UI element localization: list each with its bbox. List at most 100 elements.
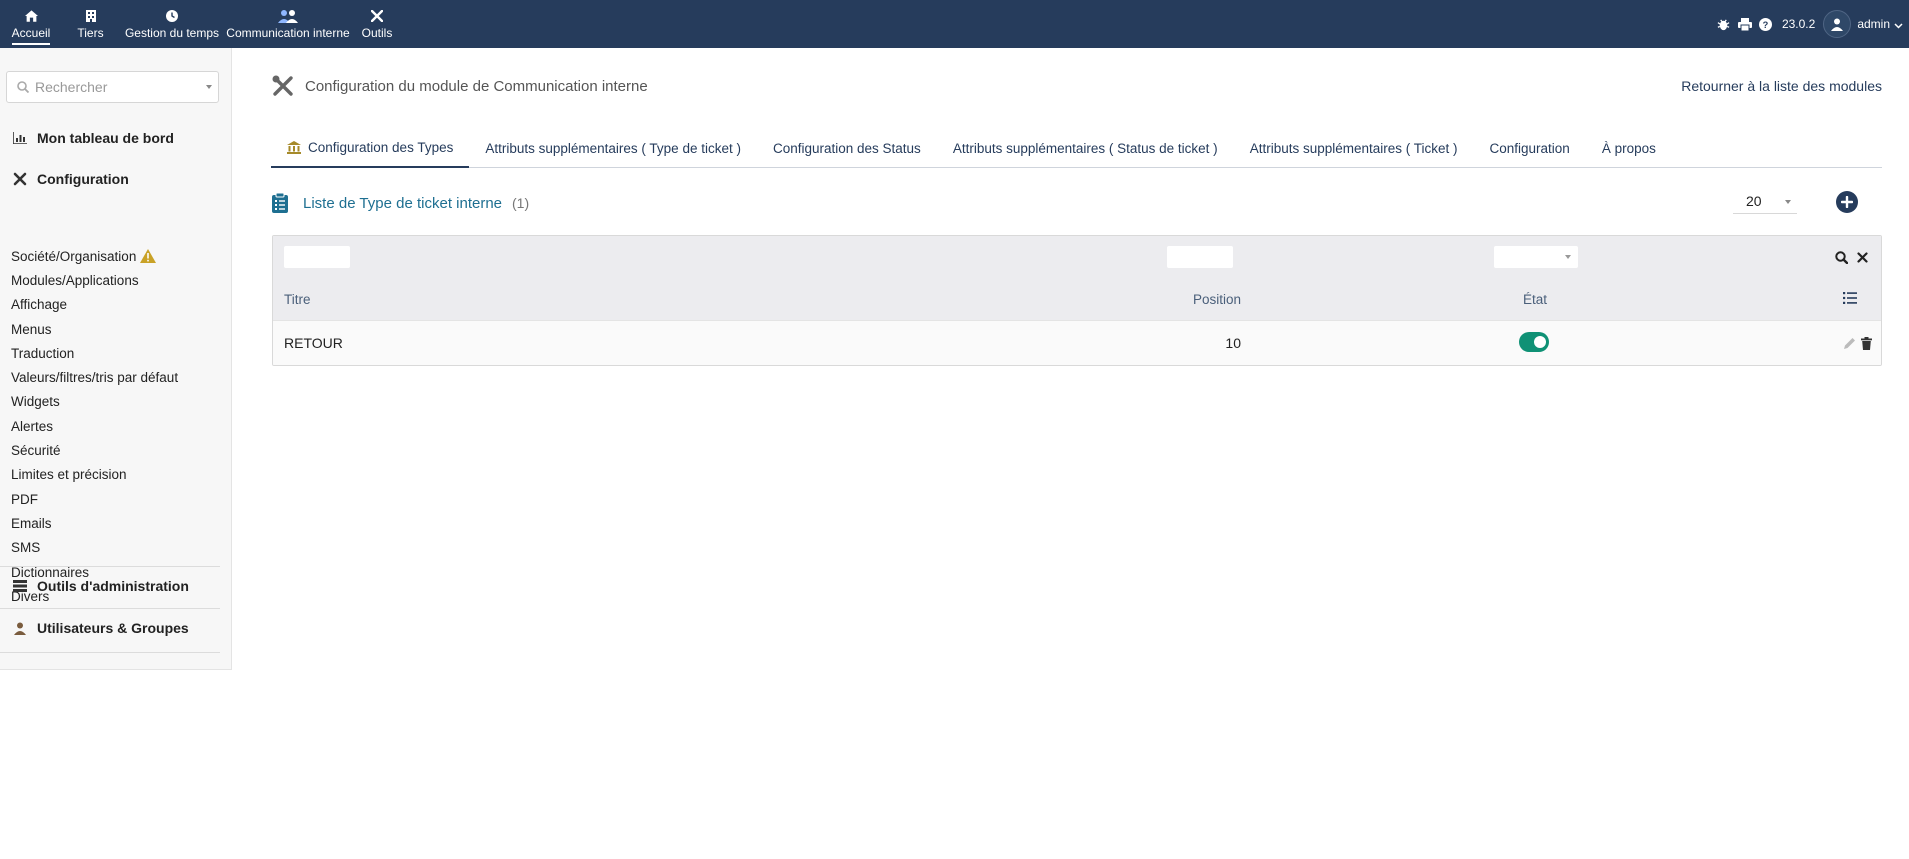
sidebar-admin-tools[interactable]: Outils d'administration	[12, 578, 189, 594]
tab-label: Attributs supplémentaires ( Status de ti…	[952, 140, 1218, 156]
tab-label: Attributs supplémentaires ( Type de tick…	[485, 140, 741, 156]
sidebar-configuration[interactable]: Configuration	[12, 171, 129, 187]
sidebar-item-pdf[interactable]: PDF	[11, 487, 178, 511]
tab-label: Configuration des Types	[308, 139, 454, 155]
user-name: admin	[1857, 17, 1890, 31]
sidebar-item-label: Limites et précision	[11, 467, 127, 483]
list-count: (1)	[512, 195, 530, 211]
sidebar-item-label: Sécurité	[11, 443, 61, 459]
tab-status-config[interactable]: Configuration des Status	[757, 128, 937, 168]
topnav-tiers-label: Tiers	[77, 26, 104, 40]
top-bar: Accueil Tiers Gestion du temps Communica…	[0, 0, 1909, 48]
tab-status-extrafields[interactable]: Attributs supplémentaires ( Status de ti…	[937, 128, 1234, 168]
topnav-tools[interactable]: Outils	[351, 0, 403, 48]
search-caret-icon[interactable]	[206, 85, 212, 89]
sidebar-item-label: Emails	[11, 515, 52, 531]
bug-icon[interactable]	[1714, 14, 1734, 34]
user-menu[interactable]: admin	[1823, 0, 1909, 48]
sidebar-item-label: Affichage	[11, 297, 68, 313]
tab-bar: Configuration des Types Attributs supplé…	[271, 128, 1882, 168]
page-limit-select[interactable]: 20	[1733, 188, 1797, 214]
sidebar-admin-tools-label: Outils d'administration	[37, 578, 189, 594]
search-input[interactable]	[35, 73, 195, 101]
home-icon	[24, 8, 38, 24]
tab-ticket-extrafields[interactable]: Attributs supplémentaires ( Ticket )	[1234, 128, 1474, 168]
sidebar-item-menus[interactable]: Menus	[11, 317, 178, 341]
topnav-time[interactable]: Gestion du temps	[119, 0, 225, 48]
sidebar-item-security[interactable]: Sécurité	[11, 438, 178, 462]
clipboard-list-icon	[271, 192, 289, 214]
svg-text:?: ?	[1763, 20, 1769, 30]
sidebar: Mon tableau de bord Configuration Sociét…	[0, 48, 232, 670]
users-icon	[278, 8, 298, 24]
sidebar-divider	[0, 608, 220, 609]
topnav-tiers[interactable]: Tiers	[62, 0, 119, 48]
sidebar-item-company[interactable]: Société/Organisation	[11, 244, 178, 268]
delete-button[interactable]	[1858, 335, 1874, 351]
server-icon	[12, 580, 28, 592]
sidebar-item-label: Valeurs/filtres/tris par défaut	[11, 370, 179, 386]
column-header-position[interactable]: Position	[1193, 292, 1241, 307]
sidebar-item-label: Société/Organisation	[11, 248, 137, 264]
sidebar-dashboard-label: Mon tableau de bord	[37, 130, 174, 146]
top-right-tools: ? 23.0.2 admin	[1713, 0, 1909, 48]
sidebar-item-limits[interactable]: Limites et précision	[11, 463, 178, 487]
tools-icon	[271, 74, 295, 98]
filter-state-select[interactable]	[1494, 246, 1578, 268]
topnav-internal-comm[interactable]: Communication interne	[225, 0, 351, 48]
sidebar-item-label: Menus	[11, 321, 52, 337]
back-to-modules-link[interactable]: Retourner à la liste des modules	[1681, 78, 1882, 94]
tab-about[interactable]: À propos	[1586, 128, 1672, 168]
sidebar-item-label: Traduction	[11, 345, 75, 361]
tab-label: Configuration	[1489, 140, 1570, 156]
table-row: RETOUR 10	[273, 320, 1881, 365]
search-box[interactable]	[6, 71, 219, 103]
search-button[interactable]	[1833, 249, 1849, 265]
tab-configuration[interactable]: Configuration	[1474, 128, 1586, 168]
sidebar-item-widgets[interactable]: Widgets	[11, 390, 178, 414]
types-table: Titre Position État RETOUR 10	[272, 235, 1882, 366]
building-icon	[85, 8, 96, 24]
plus-icon	[1841, 196, 1853, 208]
help-icon[interactable]: ?	[1756, 14, 1776, 34]
tab-label: À propos	[1601, 140, 1656, 156]
add-type-button[interactable]	[1836, 191, 1858, 213]
sidebar-users-groups[interactable]: Utilisateurs & Groupes	[12, 620, 189, 636]
sidebar-dashboard[interactable]: Mon tableau de bord	[12, 130, 174, 146]
column-selector-button[interactable]	[1842, 290, 1858, 306]
sidebar-item-defaults[interactable]: Valeurs/filtres/tris par défaut	[11, 365, 178, 389]
topnav-time-label: Gestion du temps	[124, 26, 220, 40]
chevron-down-icon	[1894, 16, 1903, 32]
sidebar-item-emails[interactable]: Emails	[11, 511, 178, 535]
topnav-home-label: Accueil	[11, 26, 51, 40]
edit-button[interactable]	[1841, 335, 1857, 351]
filter-row: Titre Position État	[273, 236, 1881, 320]
sidebar-divider	[0, 566, 220, 567]
column-header-title[interactable]: Titre	[284, 292, 311, 307]
print-icon[interactable]	[1735, 14, 1755, 34]
sidebar-item-translation[interactable]: Traduction	[11, 341, 178, 365]
sidebar-item-label: PDF	[11, 491, 38, 507]
chart-icon	[12, 132, 28, 144]
filter-position-input[interactable]	[1167, 246, 1233, 268]
filter-title-input[interactable]	[284, 246, 350, 268]
sidebar-item-display[interactable]: Affichage	[11, 293, 178, 317]
close-icon	[1856, 251, 1868, 263]
topnav-home[interactable]: Accueil	[0, 0, 62, 48]
sidebar-item-alerts[interactable]: Alertes	[11, 414, 178, 438]
configuration-submenu: Société/Organisation Modules/Application…	[11, 244, 178, 608]
top-nav: Accueil Tiers Gestion du temps Communica…	[0, 0, 403, 48]
chevron-down-icon	[1565, 255, 1571, 259]
tools-icon	[371, 8, 383, 24]
sidebar-item-modules[interactable]: Modules/Applications	[11, 268, 178, 292]
tab-types-config[interactable]: Configuration des Types	[271, 128, 470, 168]
state-toggle[interactable]	[1519, 332, 1549, 352]
page-header: Configuration du module de Communication…	[271, 74, 648, 98]
clear-filters-button[interactable]	[1854, 249, 1870, 265]
search-icon	[11, 81, 35, 93]
topnav-tools-label: Outils	[361, 26, 393, 40]
topnav-internal-comm-label: Communication interne	[226, 26, 350, 40]
tab-type-extrafields[interactable]: Attributs supplémentaires ( Type de tick…	[469, 128, 757, 168]
column-header-state[interactable]: État	[1523, 292, 1547, 307]
sidebar-item-sms[interactable]: SMS	[11, 536, 178, 560]
